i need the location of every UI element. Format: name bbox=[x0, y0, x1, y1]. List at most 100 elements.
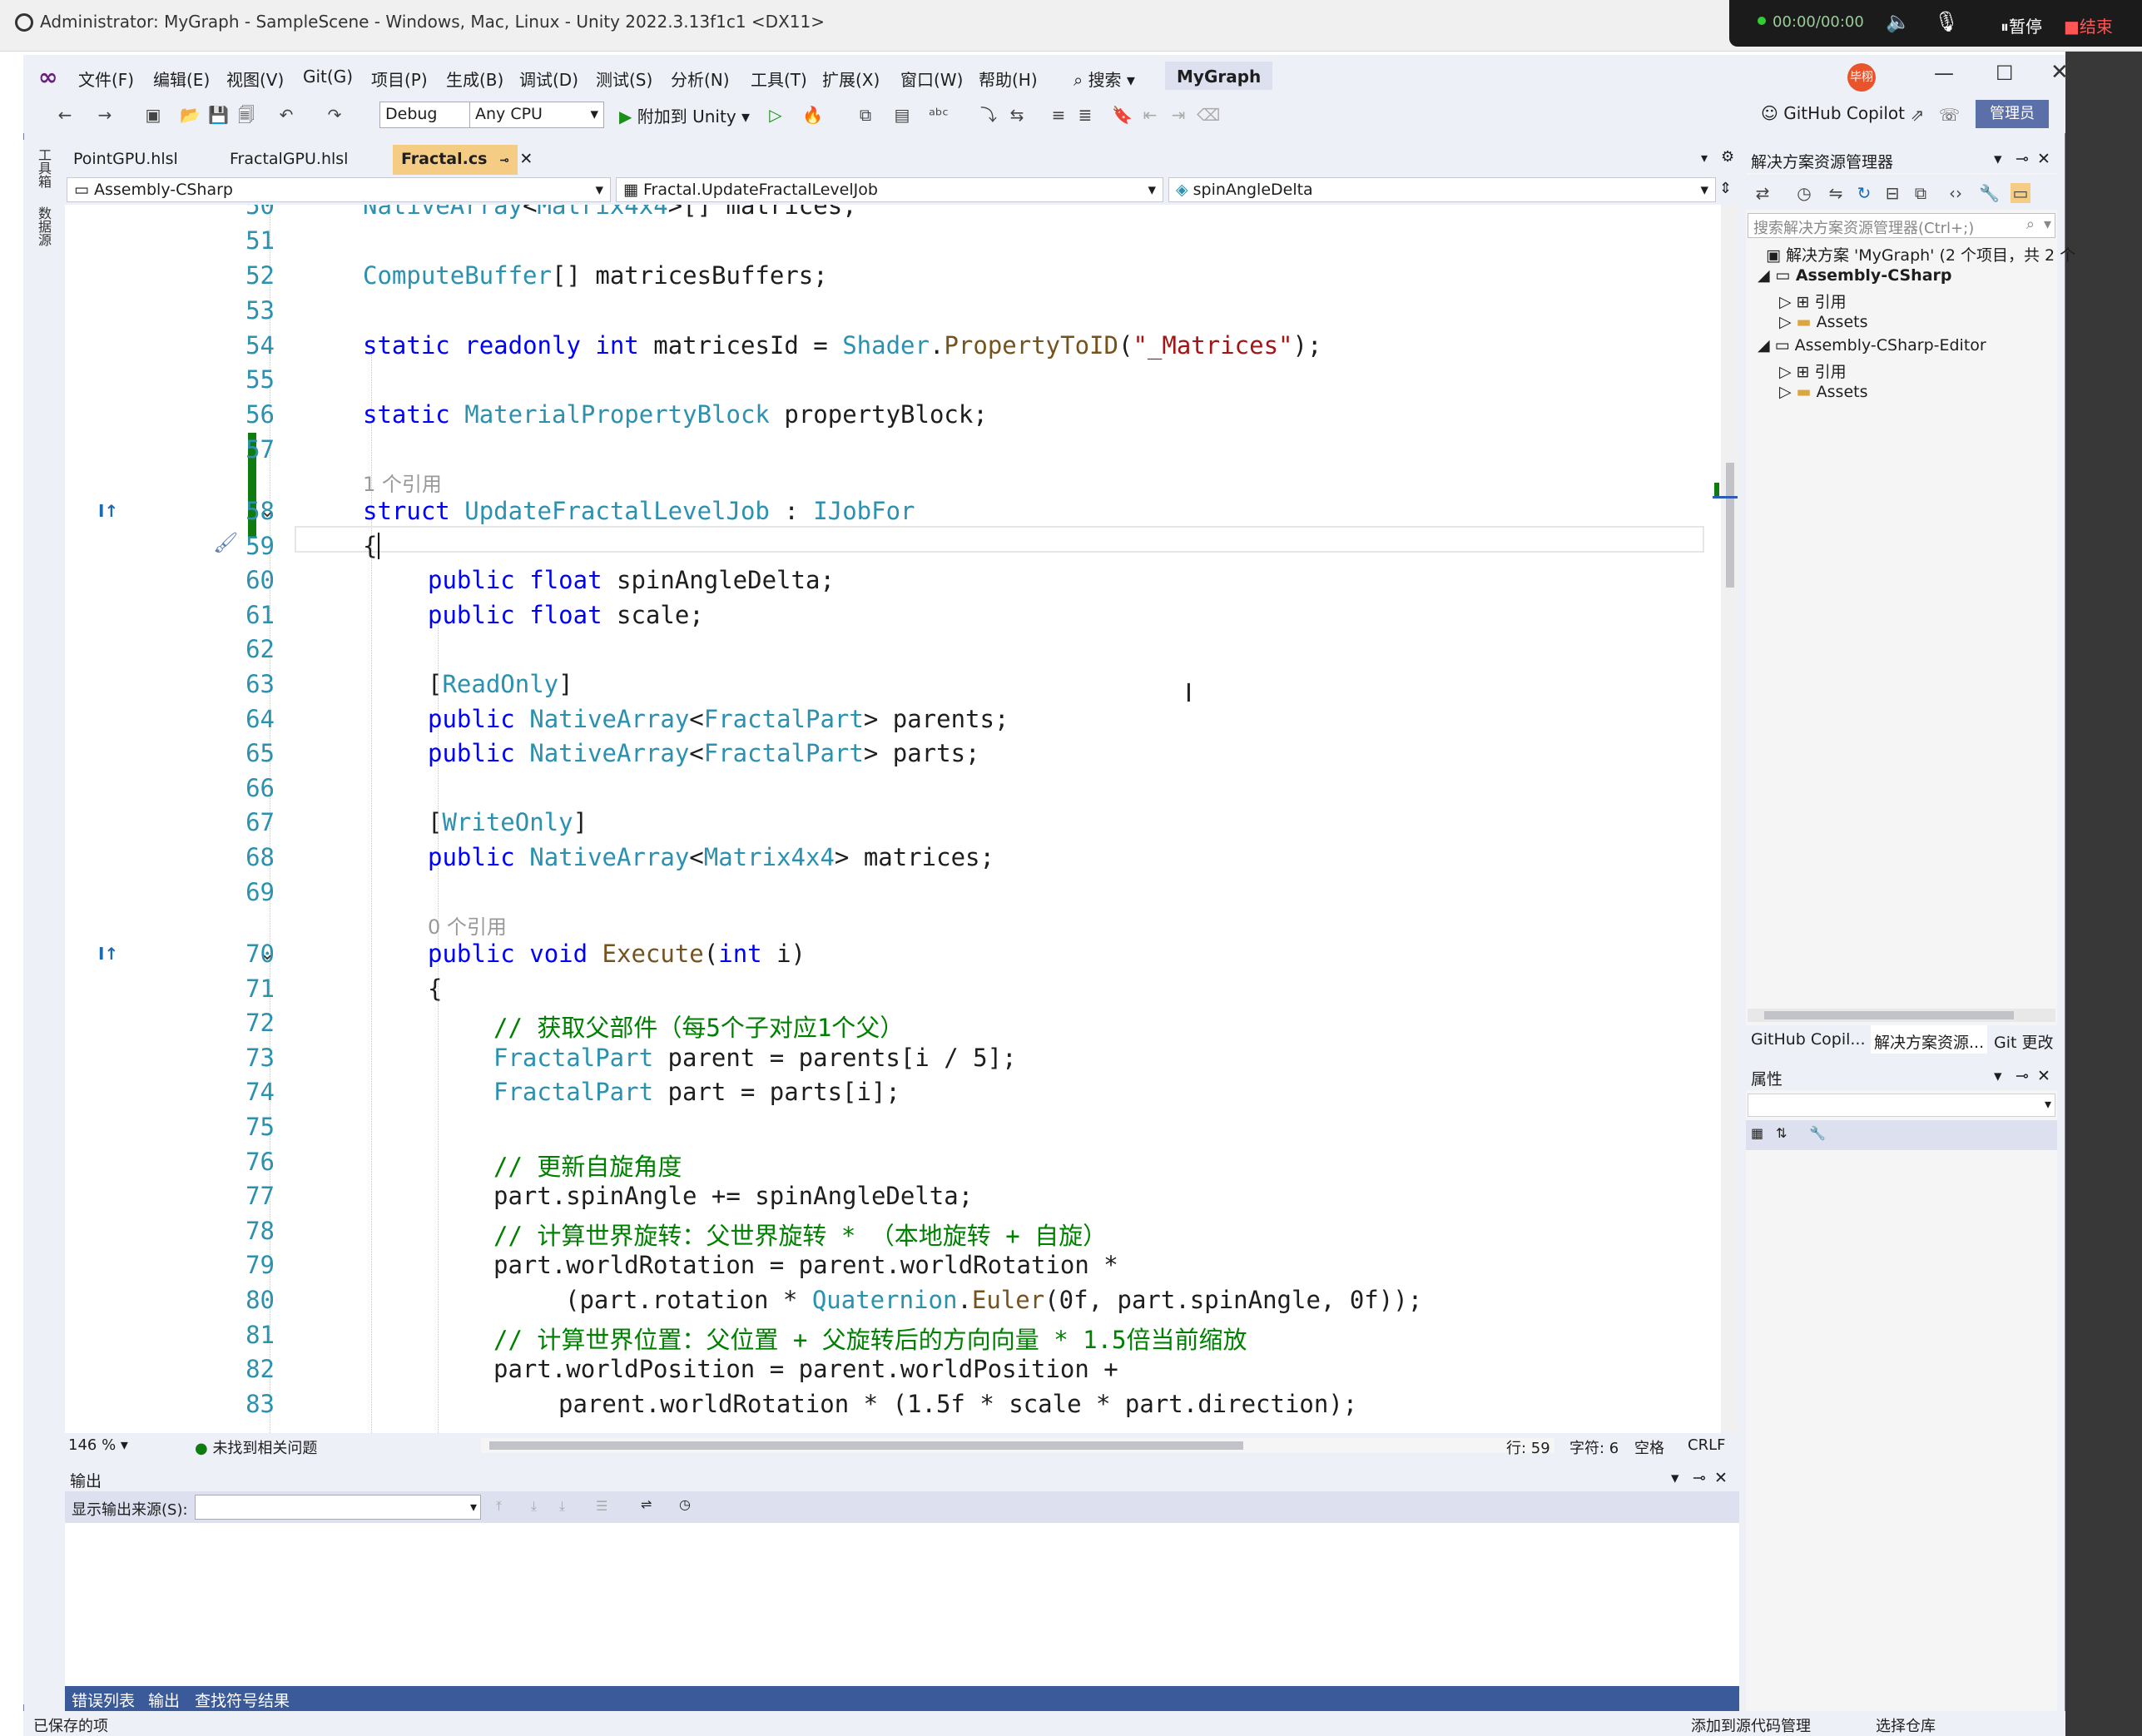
implements-interface-icon[interactable]: I↑ bbox=[98, 944, 118, 964]
close-tab-icon[interactable]: ✕ bbox=[519, 150, 533, 168]
word-wrap-icon[interactable]: ⇌ bbox=[641, 1496, 652, 1512]
menu-help[interactable]: 帮助(H) bbox=[979, 67, 1038, 91]
project-node[interactable]: ◢ ▭ Assembly-CSharp bbox=[1758, 266, 1952, 285]
solution-node[interactable]: ▣ 解决方案 'MyGraph' (2 个项目，共 2 个 bbox=[1766, 243, 2075, 265]
panel-dropdown-icon[interactable]: ▾ bbox=[1671, 1469, 1679, 1487]
microphone-icon[interactable]: 🎙 bbox=[1934, 10, 1959, 33]
horizontal-scrollbar[interactable] bbox=[481, 1438, 1554, 1453]
categorized-icon[interactable]: ▦ bbox=[1751, 1125, 1763, 1141]
clear-all-icon[interactable]: ☰ bbox=[596, 1498, 607, 1514]
pin-icon[interactable]: ⊸ bbox=[2016, 1067, 2029, 1085]
split-icon[interactable]: ⇕ bbox=[1719, 180, 1732, 197]
menu-build[interactable]: 生成(B) bbox=[446, 67, 503, 91]
scrollbar-thumb[interactable] bbox=[1764, 1011, 2014, 1019]
format-icon[interactable]: ⇆ bbox=[1007, 105, 1027, 125]
pin-icon[interactable]: ⊸ bbox=[499, 154, 509, 167]
sync-icon[interactable]: ⇋ bbox=[1826, 183, 1846, 203]
save-icon[interactable]: 💾 bbox=[208, 105, 229, 125]
project-dropdown[interactable]: ▭ Assembly-CSharp ▾ bbox=[67, 177, 611, 202]
clear-bookmarks-icon[interactable]: ⌫ bbox=[1197, 105, 1220, 125]
code-view-icon[interactable]: ‹› bbox=[1946, 183, 1966, 203]
history-icon[interactable]: ◷ bbox=[1794, 183, 1814, 203]
open-folder-icon[interactable]: 📂 bbox=[180, 105, 201, 125]
datasource-tab[interactable]: 数据源 bbox=[33, 206, 53, 246]
menu-tools[interactable]: 工具(T) bbox=[751, 67, 807, 91]
pin-icon[interactable]: ⊸ bbox=[2016, 150, 2029, 168]
menu-git[interactable]: Git(G) bbox=[303, 67, 353, 87]
layout-icon[interactable]: ▤ bbox=[892, 105, 912, 125]
close-icon[interactable]: ✕ bbox=[2037, 150, 2050, 168]
tab-find-symbol-results[interactable]: 查找符号结果 bbox=[195, 1689, 290, 1711]
tab-fractalgpu[interactable]: FractalGPU.hlsl bbox=[221, 145, 356, 175]
scrollbar-thumb[interactable] bbox=[489, 1441, 1243, 1450]
step-icon[interactable]: ⤵ bbox=[979, 105, 999, 125]
output-text-area[interactable] bbox=[65, 1523, 1739, 1686]
speaker-icon[interactable]: 🔈 bbox=[1886, 10, 1911, 33]
forward-icon[interactable]: → bbox=[95, 105, 115, 125]
close-icon[interactable]: ✕ bbox=[2037, 1067, 2050, 1085]
type-dropdown[interactable]: ▦ Fractal.UpdateFractalLevelJob ▾ bbox=[616, 177, 1163, 202]
references-node[interactable]: ▷ ⊞ 引用 bbox=[1779, 290, 1847, 312]
vertical-scrollbar[interactable] bbox=[1713, 205, 1739, 1433]
menu-window[interactable]: 窗口(W) bbox=[900, 67, 963, 91]
add-source-control-button[interactable]: 添加到源代码管理 bbox=[1691, 1714, 1811, 1736]
github-copilot-button[interactable]: ☺ GitHub Copilot bbox=[1761, 103, 1905, 123]
code-editor[interactable]: I↑ I↑ ⌄ ⌄ 🖌 50 51 52 53 54 55 56 57 58 5… bbox=[65, 205, 1721, 1433]
scrollbar-thumb[interactable] bbox=[1726, 463, 1734, 588]
references-node[interactable]: ▷ ⊞ 引用 bbox=[1779, 360, 1847, 382]
next-bookmark-icon[interactable]: ⇥ bbox=[1168, 105, 1188, 125]
alphabetical-icon[interactable]: ⇅ bbox=[1776, 1125, 1787, 1141]
wrench-icon[interactable]: 🔧 bbox=[1979, 183, 2000, 203]
member-dropdown[interactable]: ◈ spinAngleDelta ▾ bbox=[1168, 177, 1716, 202]
close-icon[interactable]: ✕ bbox=[1714, 1469, 1728, 1487]
show-all-files-icon[interactable]: ⧉ bbox=[1911, 183, 1931, 203]
menu-project[interactable]: 项目(P) bbox=[371, 67, 428, 91]
menu-edit[interactable]: 编辑(E) bbox=[153, 67, 210, 91]
panel-dropdown-icon[interactable]: ▾ bbox=[1994, 1067, 2002, 1085]
user-avatar[interactable]: 毕栩 bbox=[1847, 63, 1876, 92]
goto-prev-icon[interactable]: ⤒ bbox=[496, 1498, 502, 1515]
tab-fractal-cs[interactable]: Fractal.cs ⊸ ✕ bbox=[393, 145, 533, 175]
maximize-button[interactable]: ☐ bbox=[1996, 62, 2014, 85]
close-window-button[interactable]: ✕ bbox=[2050, 60, 2069, 85]
char-indicator[interactable]: 字符: 6 bbox=[1569, 1436, 1619, 1458]
horizontal-scrollbar[interactable] bbox=[1748, 1009, 2055, 1022]
redo-icon[interactable]: ↷ bbox=[325, 105, 345, 125]
comment-icon[interactable]: ≡ bbox=[1049, 105, 1069, 125]
clock-icon[interactable]: ◷ bbox=[679, 1496, 691, 1512]
uncomment-icon[interactable]: ≣ bbox=[1075, 105, 1095, 125]
tab-dropdown-icon[interactable]: ▾ bbox=[1701, 150, 1708, 166]
tab-git-changes[interactable]: Git 更改 bbox=[1994, 1030, 2054, 1053]
gear-icon[interactable]: ⚙ bbox=[1721, 148, 1734, 166]
back-icon[interactable]: ← bbox=[55, 105, 75, 125]
menu-file[interactable]: 文件(F) bbox=[78, 67, 134, 91]
menu-extensions[interactable]: 扩展(X) bbox=[822, 67, 880, 91]
switch-views-icon[interactable]: ⇄ bbox=[1753, 183, 1773, 203]
minimize-button[interactable]: — bbox=[1934, 62, 1954, 85]
zoom-select[interactable]: 146 % ▾ bbox=[68, 1436, 128, 1454]
panel-dropdown-icon[interactable]: ▾ bbox=[1994, 150, 2002, 168]
new-item-icon[interactable]: ▣ bbox=[143, 105, 163, 125]
folder-node[interactable]: ▷ ▬ Assets bbox=[1779, 383, 1868, 401]
toolbox-tab[interactable]: 工具箱 bbox=[33, 148, 53, 188]
implements-interface-icon[interactable]: I↑ bbox=[98, 501, 118, 521]
tab-output[interactable]: 输出 bbox=[148, 1689, 180, 1711]
pause-button[interactable]: ⏸暂停 bbox=[2001, 13, 2042, 37]
codelens-references[interactable]: 1 个引用 bbox=[363, 468, 442, 497]
line-ending-indicator[interactable]: CRLF bbox=[1688, 1436, 1725, 1454]
solution-search-input[interactable]: 搜索解决方案资源管理器(Ctrl+;) ⌕ ▾ bbox=[1748, 213, 2055, 238]
select-repository-button[interactable]: 选择仓库 bbox=[1876, 1714, 1936, 1736]
hot-reload-icon[interactable]: 🔥 bbox=[802, 105, 823, 125]
tab-error-list[interactable]: 错误列表 bbox=[72, 1689, 135, 1711]
undo-icon[interactable]: ↶ bbox=[276, 105, 296, 125]
issues-indicator[interactable]: ● 未找到相关问题 bbox=[195, 1436, 317, 1458]
tab-solution-explorer[interactable]: 解决方案资源... bbox=[1871, 1025, 1988, 1054]
tab-github-copilot[interactable]: GitHub Copil... bbox=[1751, 1030, 1866, 1049]
spellcheck-icon[interactable]: ᵃᵇᶜ bbox=[929, 105, 949, 125]
line-indicator[interactable]: 行: 59 bbox=[1506, 1436, 1550, 1458]
search-button[interactable]: ⌕ 搜索 ▾ bbox=[1073, 67, 1135, 91]
attach-unity-button[interactable]: ▶ 附加到 Unity ▾ bbox=[619, 103, 750, 127]
tab-pointgpu[interactable]: PointGPU.hlsl bbox=[65, 145, 186, 175]
start-without-debug-icon[interactable]: ▷ bbox=[766, 105, 786, 125]
properties-object-select[interactable]: ▾ bbox=[1748, 1094, 2055, 1117]
